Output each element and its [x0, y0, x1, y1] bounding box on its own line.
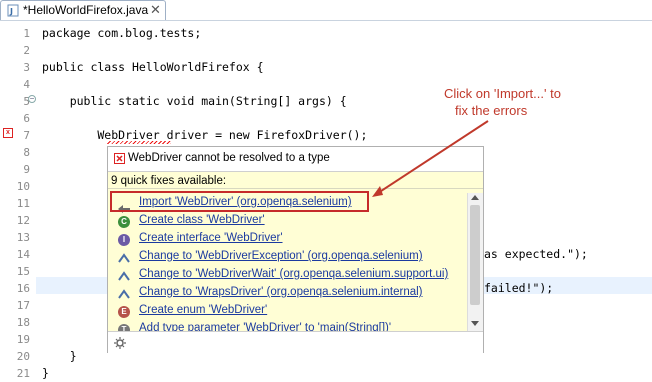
- line-number: 20: [16, 350, 30, 363]
- line-number: 19: [16, 333, 30, 346]
- line-number: 21: [16, 367, 30, 380]
- scroll-up-icon[interactable]: [471, 195, 479, 200]
- line-number: 5: [23, 95, 30, 108]
- line-number: 12: [16, 214, 30, 227]
- quick-fix-label[interactable]: Create class 'WebDriver': [139, 214, 265, 226]
- quick-fix-item-create-class[interactable]: C Create class 'WebDriver': [118, 213, 468, 231]
- line-number: 16: [16, 282, 30, 295]
- quick-fix-count: 9 quick fixes available:: [111, 175, 227, 187]
- change-icon: [118, 288, 130, 300]
- line-number: 1: [23, 27, 30, 40]
- code-line[interactable]: }: [42, 349, 77, 363]
- error-underline: [107, 141, 171, 144]
- quick-fix-item-add-type-param[interactable]: T Add type parameter 'WebDriver' to 'mai…: [118, 321, 468, 331]
- editor-tab-bar: J *HelloWorldFirefox.java ✕: [0, 0, 652, 21]
- line-number: 4: [23, 78, 30, 91]
- preferences-icon[interactable]: [114, 337, 126, 349]
- line-number: 18: [16, 316, 30, 329]
- quick-fix-footer: [108, 331, 483, 353]
- fold-toggle-icon[interactable]: −: [28, 95, 36, 103]
- interface-icon: I: [118, 234, 130, 246]
- line-number: 14: [16, 248, 30, 261]
- annotation-callout: Click on 'Import...' to fix the errors: [444, 85, 594, 119]
- annotation-line: fix the errors: [455, 103, 528, 118]
- code-line[interactable]: failed!");: [484, 281, 553, 295]
- line-number: 15: [16, 265, 30, 278]
- tab-label: *HelloWorldFirefox.java: [23, 3, 149, 17]
- quick-fix-item-create-interface[interactable]: I Create interface 'WebDriver': [118, 231, 468, 249]
- error-icon: [114, 153, 125, 164]
- quick-fix-header: WebDriver cannot be resolved to a type: [108, 147, 483, 172]
- line-number: 3: [23, 61, 30, 74]
- close-icon[interactable]: ✕: [150, 2, 161, 18]
- quick-fix-label[interactable]: Add type parameter 'WebDriver' to 'main(…: [139, 322, 391, 331]
- annotation-line: Click on 'Import...' to: [444, 86, 561, 101]
- line-number: 9: [23, 163, 30, 176]
- type-param-icon: T: [118, 324, 130, 331]
- divider: [108, 188, 483, 189]
- quick-fix-problem: WebDriver cannot be resolved to a type: [128, 152, 330, 164]
- quick-fix-item-change-wraps[interactable]: Change to 'WrapsDriver' (org.openqa.sele…: [118, 285, 468, 303]
- quick-fix-label[interactable]: Change to 'WebDriverWait' (org.openqa.se…: [139, 268, 448, 280]
- enum-icon: E: [118, 306, 130, 318]
- code-line[interactable]: public static void main(String[] args) {: [42, 94, 347, 108]
- svg-text:J: J: [9, 7, 13, 16]
- line-number: 6: [23, 112, 30, 125]
- line-number: 13: [16, 231, 30, 244]
- scroll-down-icon[interactable]: [471, 321, 479, 326]
- quick-fix-label[interactable]: Change to 'WebDriverException' (org.open…: [139, 250, 423, 262]
- quick-fix-scrollbar[interactable]: [467, 193, 483, 331]
- scroll-thumb[interactable]: [470, 205, 480, 305]
- code-line[interactable]: package com.blog.tests;: [42, 26, 201, 40]
- quick-fix-label[interactable]: Change to 'WrapsDriver' (org.openqa.sele…: [139, 286, 423, 298]
- change-icon: [118, 270, 130, 282]
- quick-fix-popup: WebDriver cannot be resolved to a type 9…: [107, 146, 484, 353]
- code-line[interactable]: }: [42, 366, 49, 380]
- class-icon: C: [118, 216, 130, 228]
- line-number: 8: [23, 146, 30, 159]
- line-number: 10: [16, 180, 30, 193]
- code-line[interactable]: WebDriver driver = new FirefoxDriver();: [42, 128, 367, 142]
- line-number: 17: [16, 299, 30, 312]
- error-marker-icon[interactable]: x: [3, 128, 13, 138]
- line-number: 11: [16, 197, 30, 210]
- java-file-icon: J: [7, 4, 19, 17]
- quick-fix-label[interactable]: Create interface 'WebDriver': [139, 232, 283, 244]
- quick-fix-item-create-enum[interactable]: E Create enum 'WebDriver': [118, 303, 468, 321]
- code-line[interactable]: as expected.");: [484, 247, 588, 261]
- tab-hello-world-firefox[interactable]: J *HelloWorldFirefox.java ✕: [0, 0, 166, 20]
- line-number: 2: [23, 44, 30, 57]
- quick-fix-item-change-exception[interactable]: Change to 'WebDriverException' (org.open…: [118, 249, 468, 267]
- code-line[interactable]: public class HelloWorldFirefox {: [42, 60, 264, 74]
- quick-fix-label[interactable]: Create enum 'WebDriver': [139, 304, 267, 316]
- quick-fix-item-change-wait[interactable]: Change to 'WebDriverWait' (org.openqa.se…: [118, 267, 468, 285]
- change-icon: [118, 252, 130, 264]
- import-highlight-box: [110, 191, 369, 212]
